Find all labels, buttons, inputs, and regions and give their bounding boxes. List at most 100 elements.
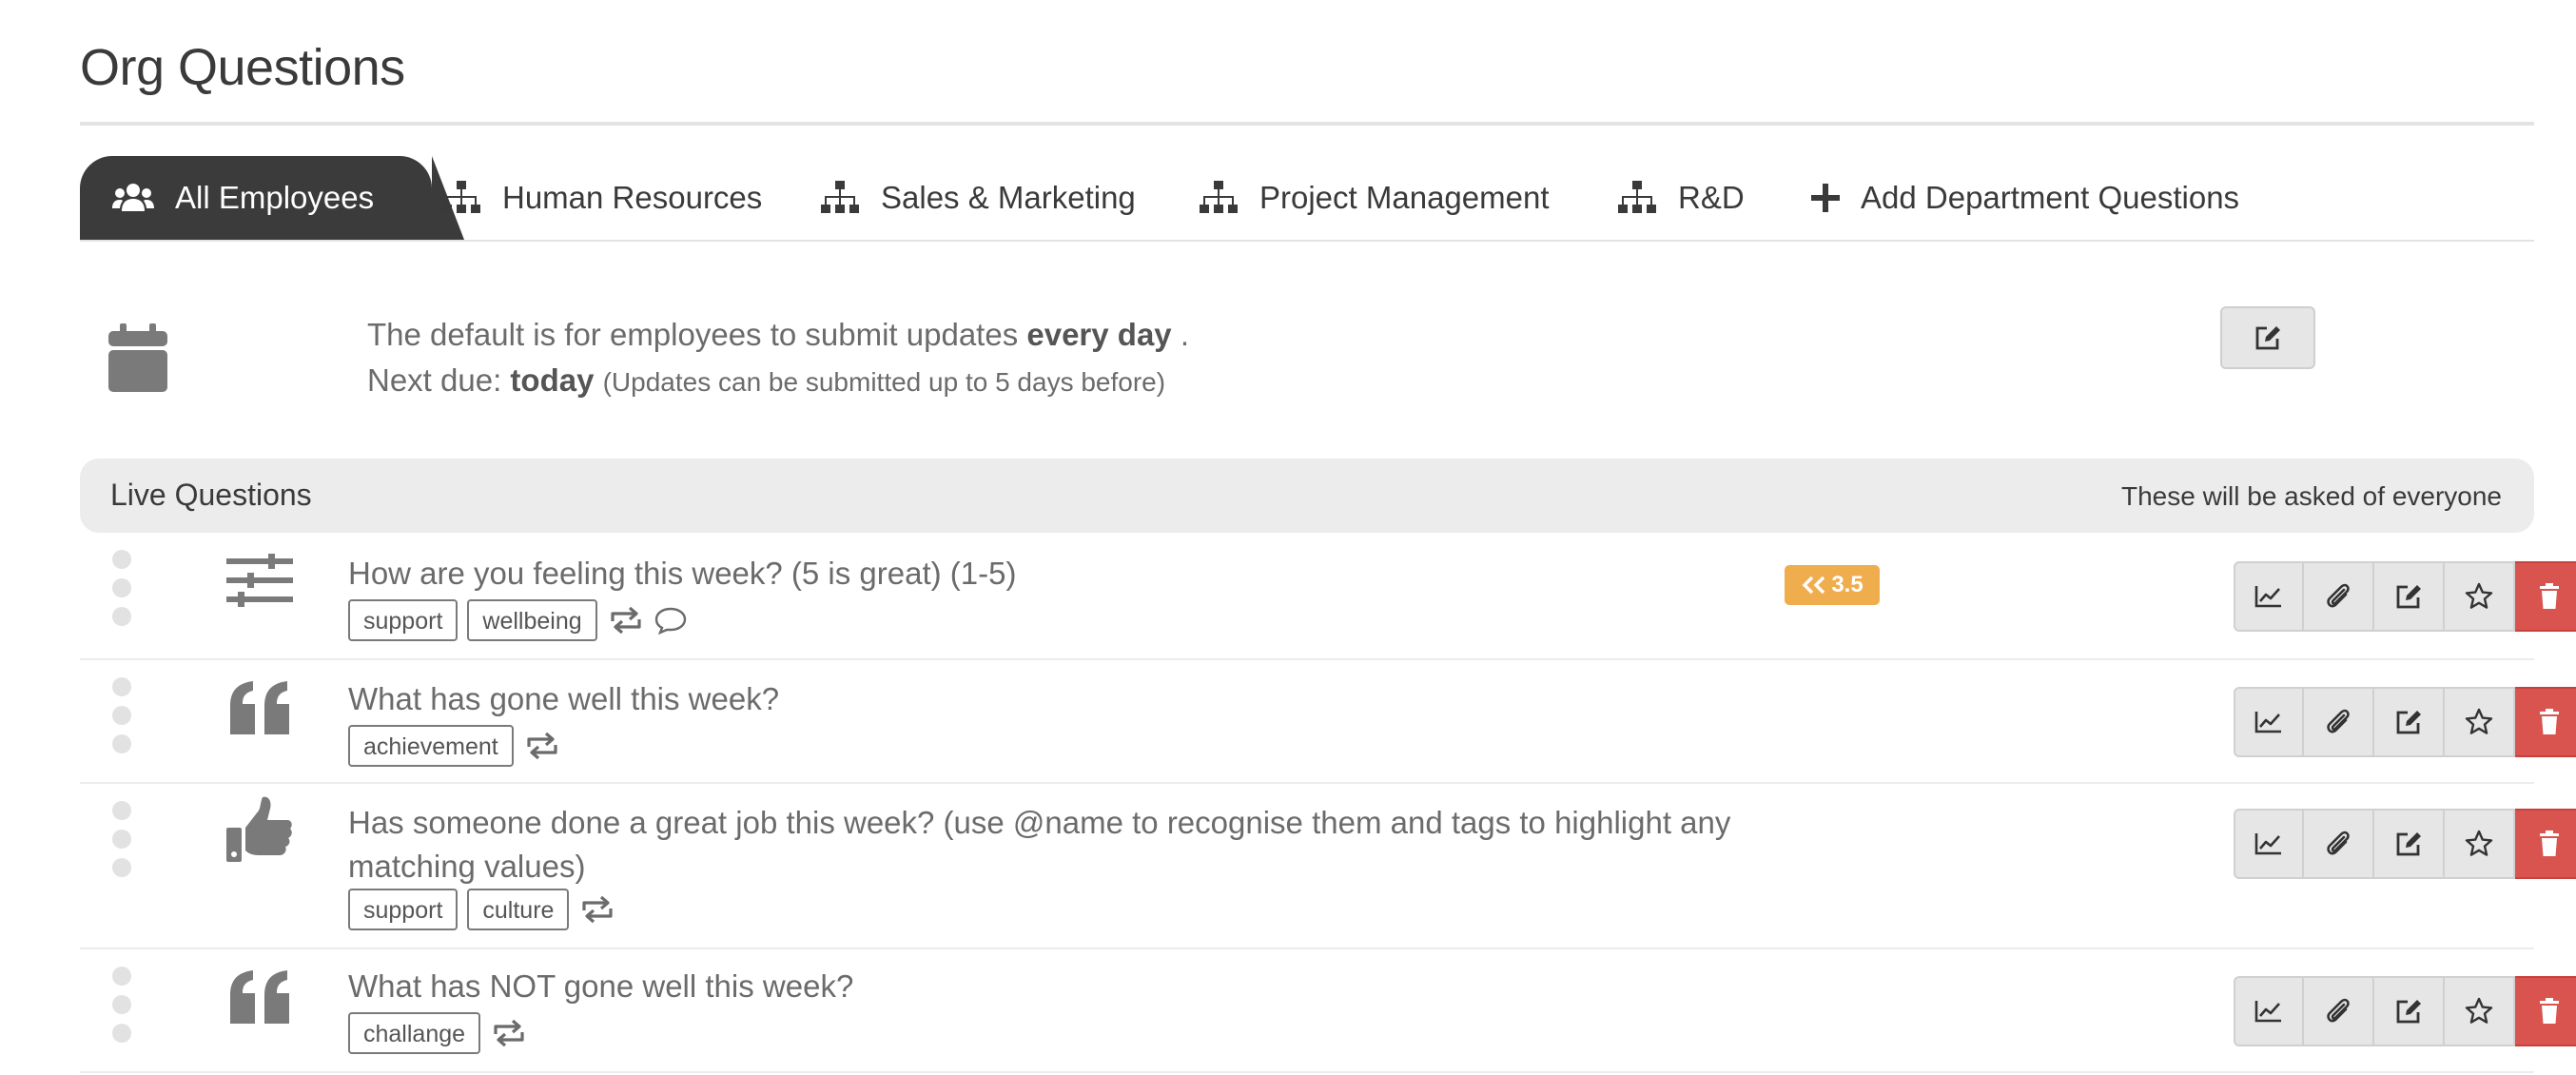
tab-rnd[interactable]: R&D: [1617, 156, 1745, 240]
edit-icon: [2394, 582, 2423, 611]
edit-question-button[interactable]: [2374, 561, 2445, 632]
tab-all-employees[interactable]: All Employees: [80, 156, 464, 240]
drag-handle[interactable]: [112, 801, 131, 887]
question-tags: support culture: [348, 889, 616, 930]
tab-label: Add Department Questions: [1861, 180, 2240, 215]
question-row: What has NOT gone well this week? challa…: [80, 948, 2576, 1073]
star-icon: [2465, 997, 2493, 1026]
paperclip-icon: [2325, 997, 2352, 1026]
schedule-summary: The default is for employees to submit u…: [367, 312, 1189, 405]
quote-icon: [226, 968, 293, 1032]
line-chart-icon: [2254, 999, 2283, 1024]
drag-handle[interactable]: [112, 677, 131, 763]
star-icon: [2465, 582, 2493, 611]
tab-label: Human Resources: [502, 180, 763, 215]
paperclip-icon: [2325, 830, 2352, 858]
line-chart-icon: [2254, 584, 2283, 609]
question-text: Has someone done a great job this week? …: [348, 805, 1731, 884]
line-chart-icon: [2254, 710, 2283, 734]
org-chart-icon: [441, 181, 481, 215]
favourite-button[interactable]: [2445, 976, 2515, 1046]
live-questions-header: Live Questions These will be asked of ev…: [80, 459, 2534, 533]
tag[interactable]: achievement: [348, 725, 514, 767]
line-chart-icon: [2254, 831, 2283, 856]
tab-human-resources[interactable]: Human Resources: [441, 156, 762, 240]
delete-button[interactable]: [2515, 809, 2576, 879]
question-tags: challange: [348, 1012, 528, 1054]
add-department-questions-tab[interactable]: Add Department Questions: [1811, 156, 2239, 240]
tab-label: R&D: [1678, 180, 1745, 215]
star-icon: [2465, 830, 2493, 858]
favourite-button[interactable]: [2445, 687, 2515, 757]
plus-icon: [1811, 184, 1840, 212]
delete-button[interactable]: [2515, 976, 2576, 1046]
attach-button[interactable]: [2304, 976, 2374, 1046]
repeat-icon: [578, 895, 616, 924]
attach-button[interactable]: [2304, 809, 2374, 879]
analytics-button[interactable]: [2234, 561, 2304, 632]
page-title: Org Questions: [80, 39, 405, 96]
title-divider: [80, 122, 2534, 126]
tag[interactable]: support: [348, 889, 459, 930]
trash-icon: [2538, 709, 2561, 735]
tab-project-management[interactable]: Project Management: [1199, 156, 1550, 240]
sliders-icon: [226, 554, 293, 612]
next-due-note: (Updates can be submitted up to 5 days b…: [602, 367, 1166, 397]
calendar-icon: [108, 323, 167, 397]
edit-icon: [2394, 997, 2423, 1026]
question-text: What has NOT gone well this week?: [348, 968, 854, 1004]
double-chevron-left-icon: [1802, 576, 1825, 595]
trash-icon: [2538, 583, 2561, 610]
schedule-frequency-line: The default is for employees to submit u…: [367, 317, 1190, 352]
delete-button[interactable]: [2515, 561, 2576, 632]
attach-button[interactable]: [2304, 561, 2374, 632]
users-icon: [112, 184, 154, 211]
question-row: Has someone done a great job this week? …: [80, 782, 2576, 949]
question-actions: [2234, 561, 2576, 632]
repeat-icon: [607, 606, 645, 635]
tag[interactable]: support: [348, 599, 459, 641]
analytics-button[interactable]: [2234, 687, 2304, 757]
org-chart-icon: [1617, 181, 1657, 215]
live-questions-title: Live Questions: [110, 478, 312, 512]
department-tabs: All Employees Human Resources Sales & Ma…: [80, 156, 2534, 242]
next-due-line: Next due: today (Updates can be submitte…: [367, 362, 1166, 398]
edit-icon: [2254, 323, 2282, 352]
paperclip-icon: [2325, 582, 2352, 611]
edit-schedule-button[interactable]: [2220, 306, 2315, 369]
tab-label: Project Management: [1259, 180, 1550, 215]
delete-button[interactable]: [2515, 687, 2576, 757]
question-row: How are you feeling this week? (5 is gre…: [80, 533, 2576, 660]
attach-button[interactable]: [2304, 687, 2374, 757]
edit-question-button[interactable]: [2374, 687, 2445, 757]
favourite-button[interactable]: [2445, 561, 2515, 632]
edit-question-button[interactable]: [2374, 976, 2445, 1046]
repeat-icon: [490, 1019, 528, 1047]
edit-icon: [2394, 830, 2423, 858]
analytics-button[interactable]: [2234, 809, 2304, 879]
tab-label: All Employees: [175, 180, 375, 215]
org-chart-icon: [1199, 181, 1239, 215]
drag-handle[interactable]: [112, 550, 131, 635]
tag[interactable]: wellbeing: [467, 599, 597, 641]
org-questions-page: Org Questions All Employees Human Resour…: [0, 0, 2576, 1075]
thumbs-up-icon: [226, 795, 293, 869]
drag-handle[interactable]: [112, 967, 131, 1052]
question-actions: [2234, 976, 2576, 1046]
question-tags: support wellbeing: [348, 599, 687, 641]
question-actions: [2234, 809, 2576, 879]
tag[interactable]: culture: [467, 889, 570, 930]
analytics-button[interactable]: [2234, 976, 2304, 1046]
edit-question-button[interactable]: [2374, 809, 2445, 879]
star-icon: [2465, 708, 2493, 736]
average-score-badge: 3.5: [1785, 565, 1880, 605]
favourite-button[interactable]: [2445, 809, 2515, 879]
tab-sales-marketing[interactable]: Sales & Marketing: [820, 156, 1136, 240]
live-questions-note: These will be asked of everyone: [2121, 481, 2502, 511]
repeat-icon: [523, 732, 561, 760]
comment-icon: [654, 606, 687, 635]
trash-icon: [2538, 831, 2561, 857]
tag[interactable]: challange: [348, 1012, 481, 1054]
trash-icon: [2538, 998, 2561, 1025]
edit-icon: [2394, 708, 2423, 736]
